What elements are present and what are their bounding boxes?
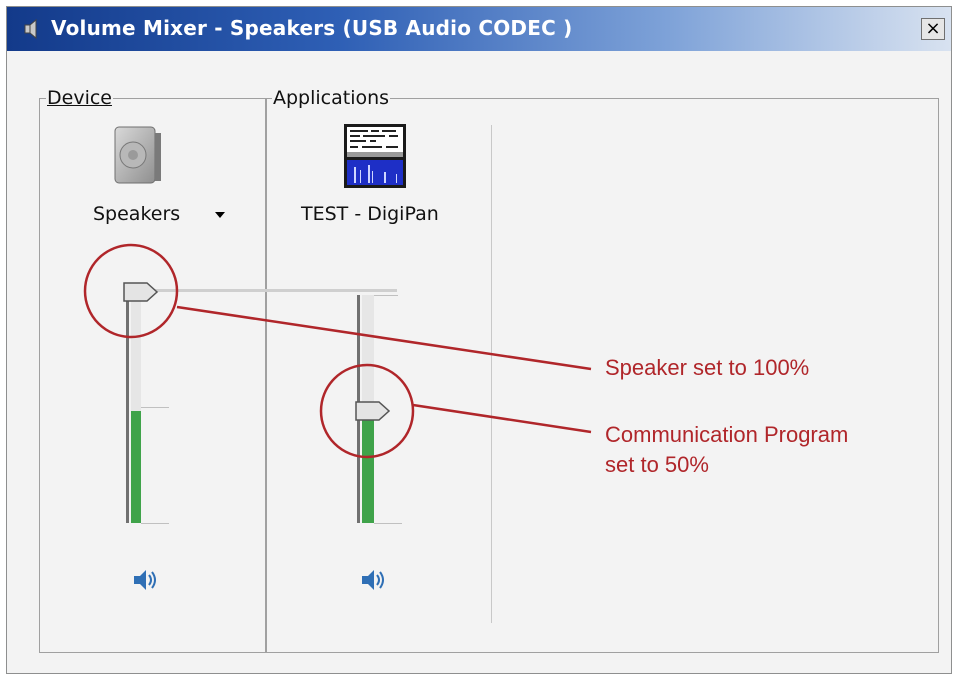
title-bar[interactable]: Volume Mixer - Speakers (USB Audio CODEC… [7,7,951,51]
app-peak-meter-level [362,417,374,523]
device-peak-meter-level [131,411,141,523]
communication-annotation-line2: set to 50% [605,452,709,477]
device-legend-text: Device [47,87,112,109]
device-bottom-tick [141,523,169,524]
close-button[interactable]: × [921,18,945,40]
app-volume-thumb[interactable] [355,400,393,422]
volume-link-line [151,289,397,292]
applications-divider [491,125,492,623]
app-name-label: TEST - DigiPan [301,203,439,225]
device-midpoint-tick [141,407,169,408]
app-mute-button[interactable] [359,567,389,593]
window-title: Volume Mixer - Speakers (USB Audio CODEC… [51,16,573,40]
device-legend: Device [46,87,113,109]
communication-annotation-text: Communication Program set to 50% [605,420,848,480]
app-bottom-tick [374,523,402,524]
device-volume-thumb[interactable] [123,281,161,303]
speaker-annotation-text: Speaker set to 100% [605,355,810,380]
digipan-app-icon[interactable] [344,124,406,188]
speaker-device-icon[interactable] [107,123,165,187]
volume-mixer-window: Volume Mixer - Speakers (USB Audio CODEC… [6,6,952,674]
app-top-tick [374,295,398,296]
device-volume-track[interactable] [126,295,129,523]
chevron-down-icon[interactable] [215,212,225,218]
device-mute-button[interactable] [131,567,161,593]
device-name: Speakers [93,203,181,225]
communication-annotation-line1: Communication Program [605,422,849,447]
device-selector[interactable]: Speakers [93,203,180,225]
volume-mixer-icon [24,18,37,40]
applications-legend: Applications [273,87,390,109]
